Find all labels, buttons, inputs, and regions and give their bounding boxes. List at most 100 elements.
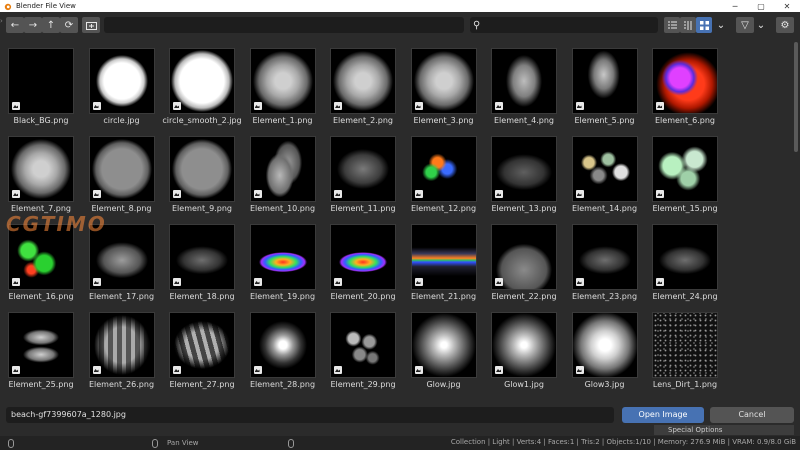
- file-thumbnail[interactable]: Element_18.png: [165, 218, 235, 301]
- thumbnail-preview: [410, 48, 477, 114]
- file-thumbnail[interactable]: Element_29.png: [326, 306, 396, 389]
- file-thumbnail[interactable]: Element_8.png: [85, 130, 155, 213]
- file-thumbnail[interactable]: Lens_Dirt_1.png: [648, 306, 718, 389]
- settings-button[interactable]: ⚙: [776, 17, 794, 33]
- forward-button[interactable]: →: [24, 17, 42, 33]
- thumbnail-preview: [491, 48, 557, 114]
- watermark-logo: CGTIMO: [6, 212, 107, 236]
- sidebar-toggle-icon[interactable]: ›: [0, 17, 5, 27]
- filter-dropdown[interactable]: ⌄: [754, 17, 768, 33]
- pan-view-hint: Pan View: [167, 439, 199, 447]
- filename-field[interactable]: beach-gf7399607a_1280.jpg: [6, 407, 614, 423]
- file-thumbnail[interactable]: Element_6.png: [648, 42, 718, 125]
- file-name-label: Element_3.png: [413, 116, 474, 125]
- thumbnail-preview: [169, 48, 235, 114]
- search-icon: ⚲: [473, 19, 481, 31]
- image-file-icon: [656, 190, 664, 198]
- image-file-icon: [12, 278, 20, 286]
- thumbnail-preview: [249, 312, 316, 378]
- file-thumbnail[interactable]: Element_14.png: [568, 130, 638, 213]
- file-thumbnail[interactable]: Element_23.png: [568, 218, 638, 301]
- file-thumbnail[interactable]: Element_26.png: [85, 306, 155, 389]
- file-thumbnail[interactable]: Black_BG.png: [4, 42, 74, 125]
- special-options-panel[interactable]: Special Options: [654, 425, 794, 435]
- vertical-list-icon: [667, 21, 677, 28]
- gear-icon: ⚙: [780, 19, 790, 31]
- file-thumbnail[interactable]: Element_12.png: [407, 130, 477, 213]
- filter-button[interactable]: ▽: [736, 17, 754, 33]
- window-title: Blender File View: [16, 2, 76, 10]
- file-thumbnail[interactable]: Element_27.png: [165, 306, 235, 389]
- file-thumbnail[interactable]: Glow.jpg: [407, 306, 477, 389]
- close-button[interactable]: ✕: [774, 0, 800, 12]
- file-thumbnail[interactable]: Element_22.png: [487, 218, 557, 301]
- grid-scrollbar[interactable]: [794, 42, 798, 152]
- thumbnail-preview: [652, 224, 718, 290]
- thumbnail-preview: [410, 224, 477, 290]
- file-thumbnail-grid: Black_BG.png circle.jpg circle_smooth_2.jp…: [0, 38, 792, 400]
- file-name-label: Element_15.png: [652, 204, 718, 213]
- new-folder-button[interactable]: [82, 17, 100, 33]
- thumbnail-preview: [330, 136, 396, 202]
- scene-statistics: Collection | Light | Verts:4 | Faces:1 |…: [450, 438, 796, 446]
- thumbnail-preview: [410, 136, 477, 202]
- file-name-label: Element_14.png: [571, 204, 638, 213]
- image-file-icon: [575, 102, 584, 110]
- horizontal-list-view-button[interactable]: [680, 17, 696, 33]
- file-thumbnail[interactable]: Element_1.png: [246, 42, 316, 125]
- image-file-icon: [173, 102, 181, 110]
- file-thumbnail[interactable]: Element_10.png: [246, 130, 316, 213]
- file-thumbnail[interactable]: Element_15.png: [648, 130, 718, 213]
- status-bar: Pan View Collection | Light | Verts:4 | …: [0, 436, 800, 450]
- search-field[interactable]: ⚲: [470, 17, 658, 33]
- file-thumbnail[interactable]: Element_20.png: [326, 218, 396, 301]
- refresh-button[interactable]: ⟳: [60, 17, 78, 33]
- image-file-icon: [414, 102, 423, 110]
- file-thumbnail[interactable]: Element_9.png: [165, 130, 235, 213]
- file-thumbnail[interactable]: Element_21.png: [407, 218, 477, 301]
- open-image-button[interactable]: Open Image: [622, 407, 704, 423]
- file-thumbnail[interactable]: Element_4.png: [487, 42, 557, 125]
- parent-directory-button[interactable]: ↑: [42, 17, 60, 33]
- file-thumbnail[interactable]: Element_5.png: [568, 42, 638, 125]
- thumbnail-view-button[interactable]: [696, 17, 712, 33]
- thumbnail-preview: [249, 224, 316, 290]
- file-thumbnail[interactable]: circle.jpg: [85, 42, 155, 125]
- image-file-icon: [334, 102, 342, 110]
- file-thumbnail[interactable]: Element_3.png: [407, 42, 477, 125]
- file-thumbnail[interactable]: Element_24.png: [648, 218, 718, 301]
- forward-arrow-icon: →: [28, 19, 38, 31]
- file-name-label: Element_5.png: [574, 116, 635, 125]
- file-name-label: Element_18.png: [169, 292, 235, 301]
- file-thumbnail[interactable]: Element_7.png: [4, 130, 74, 213]
- file-thumbnail[interactable]: Element_28.png: [246, 306, 316, 389]
- image-file-icon: [334, 278, 342, 286]
- maximize-button[interactable]: ▢: [748, 0, 774, 12]
- thumbnail-preview: [491, 136, 557, 202]
- back-button[interactable]: ←: [6, 17, 24, 33]
- vertical-list-view-button[interactable]: [664, 17, 680, 33]
- file-thumbnail[interactable]: Element_19.png: [246, 218, 316, 301]
- file-thumbnail[interactable]: Element_2.png: [326, 42, 396, 125]
- file-thumbnail[interactable]: Element_11.png: [326, 130, 396, 213]
- minimize-button[interactable]: ─: [722, 0, 748, 12]
- file-thumbnail[interactable]: Element_25.png: [4, 306, 74, 389]
- display-mode-dropdown[interactable]: ⌄: [714, 17, 728, 33]
- thumbnail-preview: [169, 312, 235, 378]
- file-name-label: Element_27.png: [169, 380, 235, 389]
- file-name-label: Element_11.png: [330, 204, 396, 213]
- file-thumbnail[interactable]: Glow1.jpg: [487, 306, 557, 389]
- cancel-button[interactable]: Cancel: [710, 407, 794, 423]
- thumbnail-preview: [88, 48, 155, 114]
- file-thumbnail[interactable]: circle_smooth_2.jpg: [162, 42, 242, 125]
- refresh-icon: ⟳: [64, 19, 74, 31]
- file-name-label: Element_28.png: [249, 380, 316, 389]
- file-name-label: Element_21.png: [410, 292, 477, 301]
- image-file-icon: [173, 190, 181, 198]
- file-thumbnail[interactable]: Glow3.jpg: [568, 306, 638, 389]
- file-name-label: Element_13.png: [491, 204, 557, 213]
- up-arrow-icon: ↑: [46, 19, 56, 31]
- image-file-icon: [414, 366, 423, 374]
- directory-path-field[interactable]: [104, 17, 464, 33]
- file-thumbnail[interactable]: Element_13.png: [487, 130, 557, 213]
